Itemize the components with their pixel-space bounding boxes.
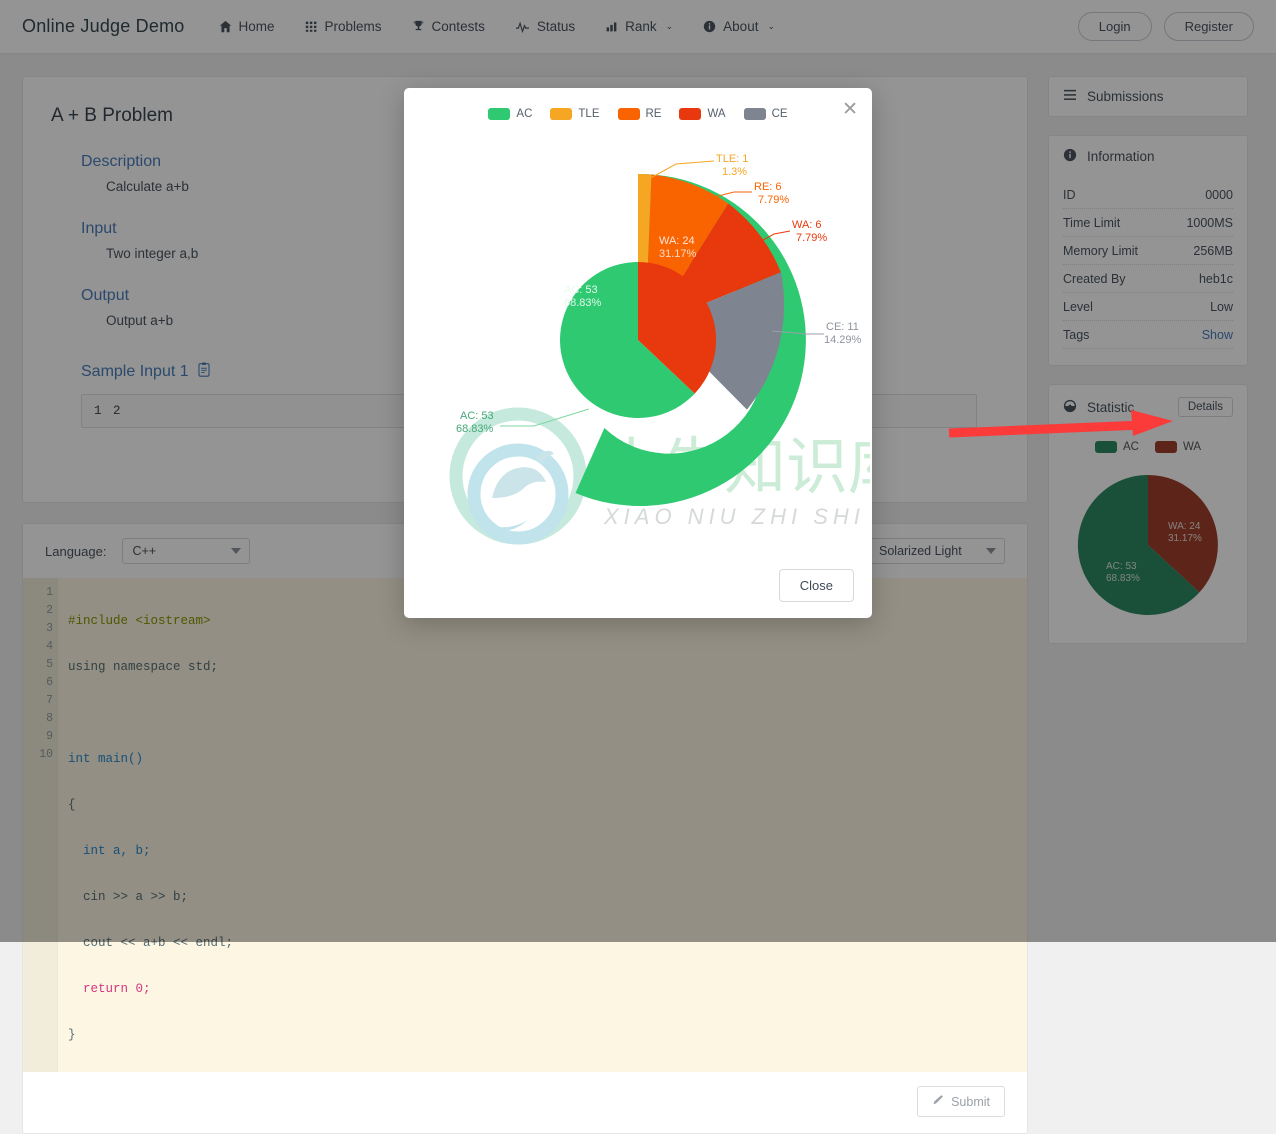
ring-label-ce-value: CE: 11 — [826, 321, 859, 333]
code-line: } — [68, 1028, 76, 1042]
submit-button[interactable]: Submit — [917, 1086, 1005, 1117]
ring-label-tle-value: TLE: 1 — [716, 153, 748, 165]
leader-line-ac — [500, 408, 590, 427]
ring-label-re-percent: 7.79% — [758, 194, 789, 206]
inner-label-wa-percent: 31.17% — [659, 248, 697, 260]
modal-footer: Close — [778, 569, 854, 602]
close-button[interactable]: Close — [778, 569, 854, 602]
submit-button-label: Submit — [951, 1094, 990, 1109]
statistic-modal: ✕ AC TLE RE WA CE 小牛知识 — [404, 88, 872, 618]
ring-label-re-value: RE: 6 — [754, 181, 782, 193]
code-line: return 0; — [68, 982, 151, 996]
ring-label-tle-percent: 1.3% — [722, 166, 747, 178]
annotation-arrow — [948, 410, 1173, 438]
inner-label-ac-percent: 68.83% — [564, 297, 602, 309]
modal-chart: WA: 24 31.17% AC: 53 68.83% TLE: 1 1.3% … — [456, 153, 862, 506]
ring-label-ac-percent: 68.83% — [456, 423, 494, 435]
ring-label-ce-percent: 14.29% — [824, 334, 862, 346]
ring-label-wa-percent: 7.79% — [796, 232, 827, 244]
pencil-icon — [932, 1094, 944, 1109]
inner-label-ac-value: AC: 53 — [564, 284, 598, 296]
inner-label-wa-value: WA: 24 — [659, 235, 695, 247]
ring-label-wa-value: WA: 6 — [792, 219, 822, 231]
editor-footer: Submit — [23, 1072, 1027, 1133]
ring-label-ac-value: AC: 53 — [460, 410, 494, 422]
